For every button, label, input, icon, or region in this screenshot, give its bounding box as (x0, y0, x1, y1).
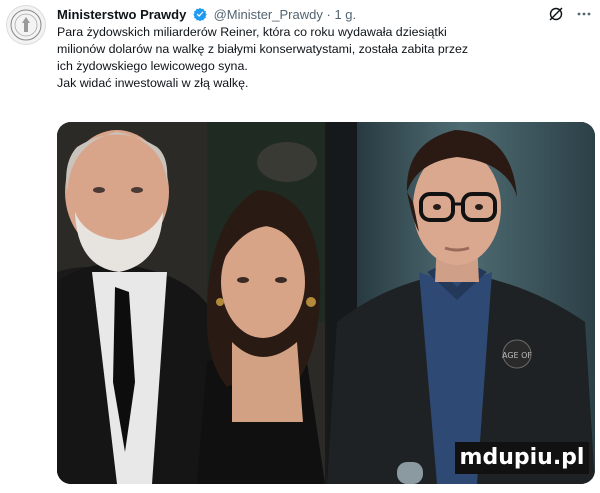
tweet-text-line: Jak widać inwestowali w złą walkę. (57, 76, 249, 90)
tweet-text: Para żydowskich miliarderów Reiner, któr… (57, 24, 597, 92)
photo-left[interactable] (57, 122, 325, 484)
tweet-header: Ministerstwo Prawdy @Minister_Prawdy · 1… (57, 6, 592, 24)
more-options-icon[interactable] (576, 6, 592, 22)
photo-left-image (57, 122, 325, 484)
photo-right[interactable]: AGE OF (327, 122, 595, 484)
avatar[interactable] (6, 5, 46, 45)
ministry-seal-icon (10, 9, 42, 41)
grok-icon[interactable] (548, 6, 564, 22)
tweet-text-line: milionów dolarów na walkę z białymi kons… (57, 42, 469, 56)
site-watermark: mdupiu.pl (455, 442, 589, 474)
verified-badge-icon (193, 7, 207, 21)
post-time[interactable]: 1 g. (334, 7, 356, 22)
badge-text: AGE OF (502, 351, 532, 360)
separator-dot: · (326, 7, 331, 22)
tweet-text-line: ich żydowskiego lewicowego syna. (57, 59, 248, 73)
author-handle[interactable]: @Minister_Prawdy (214, 7, 323, 22)
tweet-media[interactable]: AGE OF mdupiu.pl (57, 122, 595, 484)
tweet-text-line: Para żydowskich miliarderów Reiner, któr… (57, 25, 447, 39)
photo-right-image: AGE OF (327, 122, 595, 484)
author-name[interactable]: Ministerstwo Prawdy (57, 7, 186, 22)
